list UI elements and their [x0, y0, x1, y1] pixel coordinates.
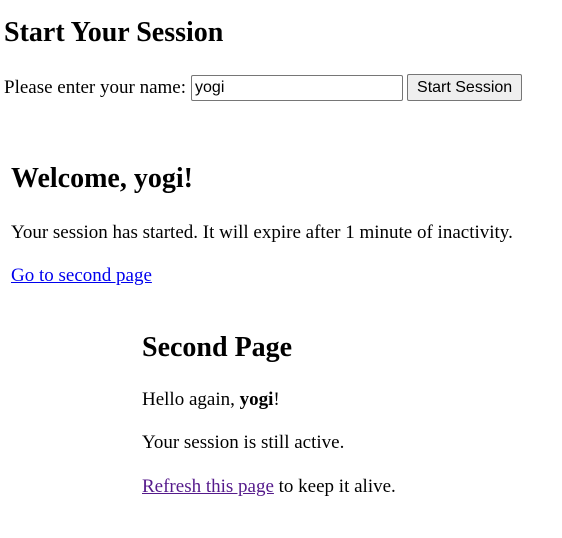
- hello-prefix: Hello again,: [142, 389, 240, 410]
- refresh-page-link[interactable]: Refresh this page: [142, 476, 274, 497]
- hello-again-text: Hello again, yogi!: [142, 388, 396, 412]
- second-page-link-row: Go to second page: [11, 264, 513, 288]
- name-form: Please enter your name: Start Session: [4, 74, 523, 101]
- hello-suffix: !: [273, 389, 280, 410]
- welcome-heading: Welcome, yogi!: [11, 162, 513, 196]
- welcome-section: Welcome, yogi! Your session has started.…: [11, 162, 513, 288]
- second-page-section: Second Page Hello again, yogi! Your sess…: [142, 331, 396, 499]
- welcome-user-name: yogi: [133, 163, 184, 194]
- start-session-button[interactable]: Start Session: [407, 74, 523, 101]
- second-page-link[interactable]: Go to second page: [11, 265, 152, 286]
- second-page-title: Second Page: [142, 332, 293, 363]
- welcome-suffix: !: [183, 163, 193, 194]
- page-title: Start Your Session: [4, 17, 224, 48]
- hello-user-name: yogi: [239, 389, 274, 410]
- session-started-message: Your session has started. It will expire…: [11, 222, 513, 243]
- refresh-suffix: to keep it alive.: [273, 476, 396, 497]
- start-session-section: Start Your Session Please enter your nam…: [4, 16, 523, 101]
- name-input[interactable]: [191, 74, 404, 101]
- welcome-prefix: Welcome,: [11, 163, 134, 194]
- session-active-status: Your session is still active.: [142, 432, 345, 453]
- name-label: Please enter your name:: [4, 76, 187, 98]
- refresh-row: Refresh this page to keep it alive.: [142, 475, 396, 499]
